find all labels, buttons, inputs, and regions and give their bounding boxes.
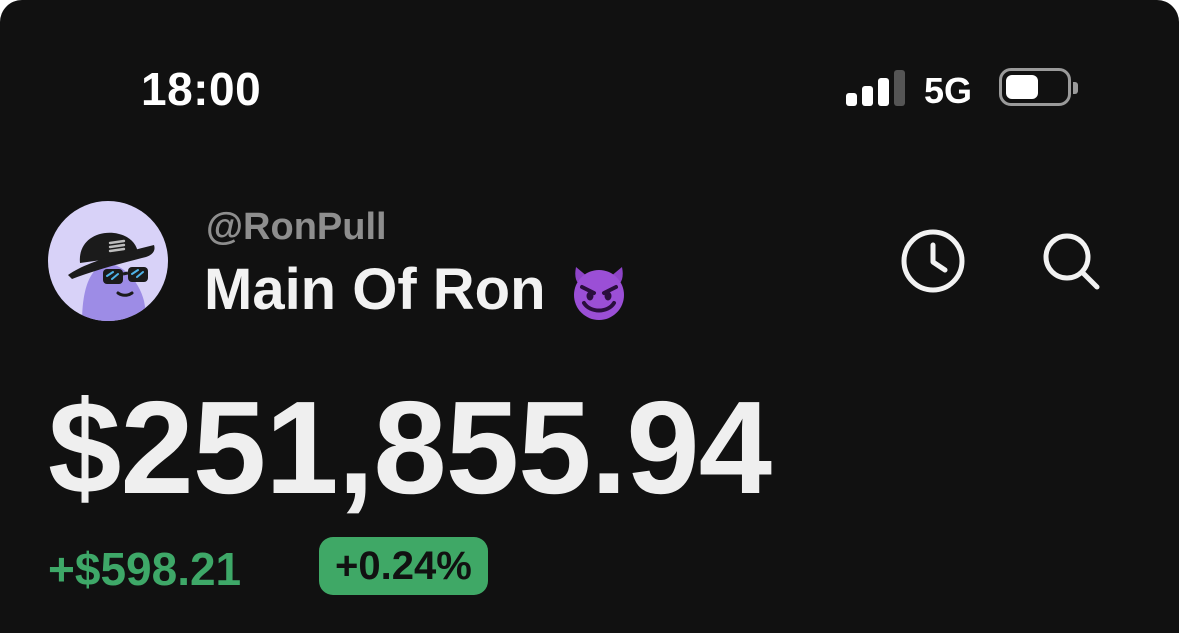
clock-icon [901,229,965,293]
status-time: 18:00 [141,63,262,115]
battery-icon [999,68,1078,106]
portfolio-balance: $251,855.94 [48,374,772,521]
smiling-devil-emoji [566,257,632,323]
search-icon [1043,233,1100,290]
account-name: Main Of Ron [204,257,546,322]
daily-change-amount: +$598.21 [48,543,242,595]
history-button[interactable] [897,225,969,297]
network-type: 5G [924,70,973,111]
avatar[interactable] [48,201,168,321]
cellular-signal-icon [846,70,906,106]
daily-change-percent-badge: +0.24% [319,537,488,595]
app-screen: 18:00 5G @RonPull Main Of Ron $251,855.9… [0,0,1179,633]
cap-sunglasses-avatar-icon [68,232,155,321]
username: @RonPull [206,206,387,248]
account-title: Main Of Ron [204,256,632,323]
search-button[interactable] [1035,225,1107,297]
